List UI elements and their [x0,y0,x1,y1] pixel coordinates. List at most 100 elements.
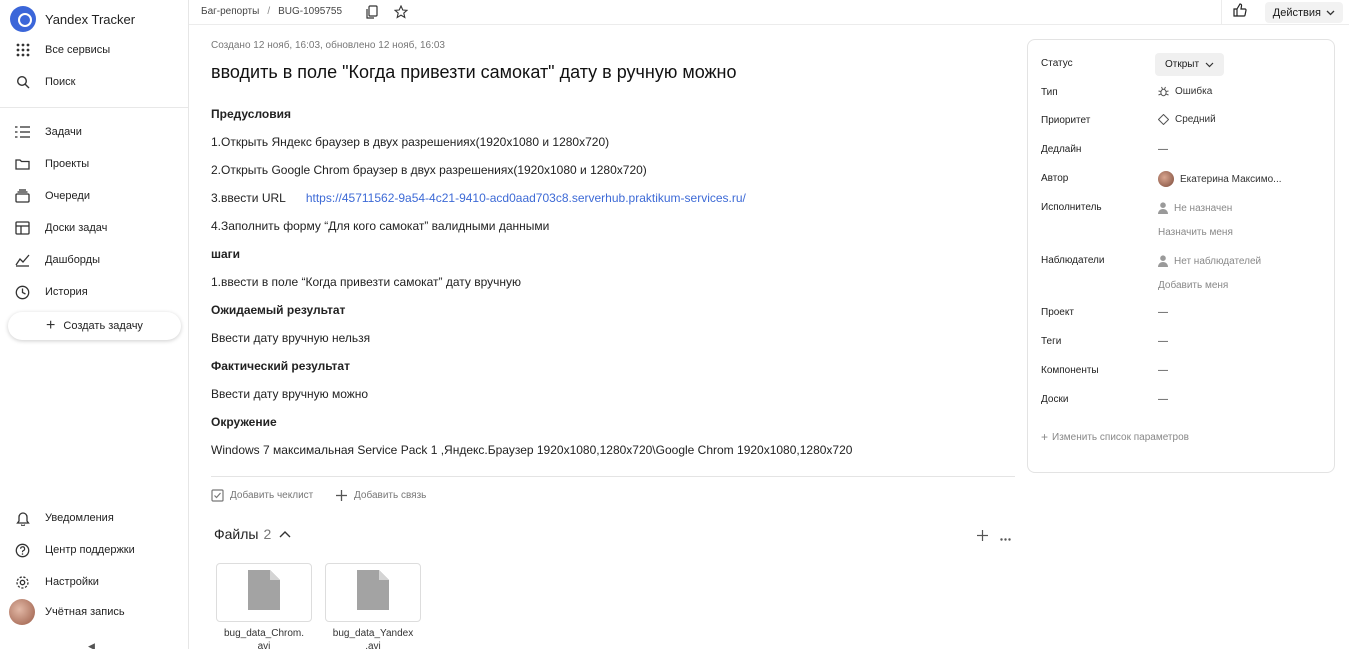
sidebar-item-label: Настройки [45,576,99,588]
prop-label-project: Проект [1041,307,1074,318]
sidebar-item-search[interactable]: Поиск [14,71,75,93]
author-value[interactable]: Екатерина Максимо... [1158,171,1282,187]
grid-icon [14,42,31,59]
status-value: Открыт [1165,59,1200,70]
assign-me-link[interactable]: Назначить меня [1158,227,1233,238]
sidebar-item-boards[interactable]: Доски задач [14,217,107,239]
breadcrumb-issue-key[interactable]: BUG-1095755 [278,6,342,17]
sidebar: Yandex Tracker Все сервисы Поиск Задачи … [0,0,189,649]
chevron-up-icon[interactable] [279,530,291,538]
files-title: Файлы [214,526,259,542]
boards-icon [14,220,31,237]
issue-meta: Создано 12 нояб, 16:03, обновлено 12 ноя… [211,40,445,51]
checkbox-icon [211,489,224,502]
sidebar-item-all-services[interactable]: Все сервисы [14,39,110,61]
divider [211,476,1015,477]
file-card[interactable] [325,563,421,622]
user-icon [1158,202,1168,214]
sidebar-item-label: Проекты [45,158,90,170]
sidebar-item-label: Все сервисы [45,44,111,56]
collapse-sidebar-icon[interactable]: ◀ [88,641,95,649]
issue-main: Создано 12 нояб, 16:03, обновлено 12 ноя… [211,25,1017,649]
create-task-label: Создать задачу [63,320,143,332]
status-dropdown[interactable]: Открыт [1155,53,1225,76]
prop-label-type: Тип [1041,87,1058,98]
file-card[interactable] [216,563,312,622]
actions-button[interactable]: Действия [1264,2,1343,23]
tags-value[interactable]: — [1158,336,1168,347]
prop-label-followers: Наблюдатели [1041,255,1105,266]
components-value[interactable]: — [1158,365,1168,376]
plus-icon: + [1041,430,1049,444]
sidebar-item-account[interactable]: Учётная запись [9,599,125,625]
projects-icon [14,156,31,173]
precondition-3: 3.ввести URL https://45711562-9a54-4c21-9… [211,191,746,205]
sidebar-item-history[interactable]: История [14,281,88,303]
sidebar-item-support[interactable]: Центр поддержки [14,539,135,561]
bell-icon [14,510,31,527]
precondition-2: 2.Открыть Google Chrom браузер в двух ра… [211,163,647,177]
sidebar-item-label: Поиск [45,76,76,88]
add-link-button[interactable]: Добавить связь [335,489,426,502]
brand[interactable]: Yandex Tracker [10,6,135,32]
issue-title[interactable]: вводить в поле "Когда привезти самокат" … [211,62,737,83]
sidebar-item-notifications[interactable]: Уведомления [14,507,114,529]
heading-actual: Фактический результат [211,359,350,373]
sidebar-item-tasks[interactable]: Задачи [14,121,82,143]
create-task-button[interactable]: + Создать задачу [8,312,181,340]
followers-value[interactable]: Нет наблюдателей [1158,255,1261,267]
sidebar-item-label: История [45,286,88,298]
file-name[interactable]: bug_data_Chrom. avi [209,627,319,649]
step-1: 1.ввести в поле “Когда привезти самокат”… [211,275,522,289]
project-value[interactable]: — [1158,307,1168,318]
type-value[interactable]: Ошибка [1158,86,1212,97]
add-me-link[interactable]: Добавить меня [1158,280,1228,291]
sidebar-item-projects[interactable]: Проекты [14,153,89,175]
url-link[interactable]: https://45711562-9a54-4c21-9410-acd0aad7… [306,191,746,205]
user-icon [1158,255,1168,267]
sidebar-item-dashboards[interactable]: Дашборды [14,249,100,271]
change-params-button[interactable]: + Изменить список параметров [1041,431,1189,443]
sidebar-item-label: Дашборды [45,254,100,266]
prop-label-status: Статус [1041,58,1073,69]
heading-environment: Окружение [211,415,277,429]
actual-result: Ввести дату вручную можно [211,387,369,401]
sidebar-item-settings[interactable]: Настройки [14,571,99,593]
like-button[interactable] [1221,0,1257,25]
environment: Windows 7 максимальная Service Pack 1 ,Я… [211,443,853,457]
deadline-value[interactable]: — [1158,144,1168,155]
sidebar-item-queues[interactable]: Очереди [14,185,90,207]
queues-icon [14,188,31,205]
prop-label-components: Компоненты [1041,365,1099,376]
sidebar-item-label: Задачи [45,126,82,138]
priority-value[interactable]: Средний [1158,114,1216,125]
precondition-1: 1.Открыть Яндекс браузер в двух разрешен… [211,135,610,149]
star-icon[interactable] [393,4,409,20]
diamond-icon [1158,114,1169,125]
add-file-icon[interactable] [977,528,988,544]
copy-icon[interactable] [364,4,380,20]
file-icon [248,570,280,615]
file-name[interactable]: bug_data_Yandex .avi [318,627,428,649]
add-checklist-button[interactable]: Добавить чеклист [211,489,313,502]
tasks-icon [14,124,31,141]
actions-label: Действия [1272,6,1321,19]
tracker-logo-icon [10,6,36,32]
prop-label-assignee: Исполнитель [1041,202,1102,213]
breadcrumb-queue[interactable]: Баг-репорты [201,6,259,17]
sidebar-item-label: Очереди [45,190,90,202]
files-toolbar [977,528,1011,544]
assignee-value[interactable]: Не назначен [1158,202,1232,214]
dashboards-icon [14,252,31,269]
sidebar-item-label: Доски задач [45,222,108,234]
avatar [9,599,35,625]
boards-value[interactable]: — [1158,394,1168,405]
gear-icon [14,574,31,591]
more-icon[interactable] [1000,528,1011,544]
plus-icon [335,489,348,502]
history-icon [14,284,31,301]
precondition-4: 4.Заполнить форму “Для кого самокат” вал… [211,219,550,233]
sidebar-item-label: Уведомления [45,512,114,524]
prop-label-deadline: Дедлайн [1041,144,1082,155]
help-icon [14,542,31,559]
